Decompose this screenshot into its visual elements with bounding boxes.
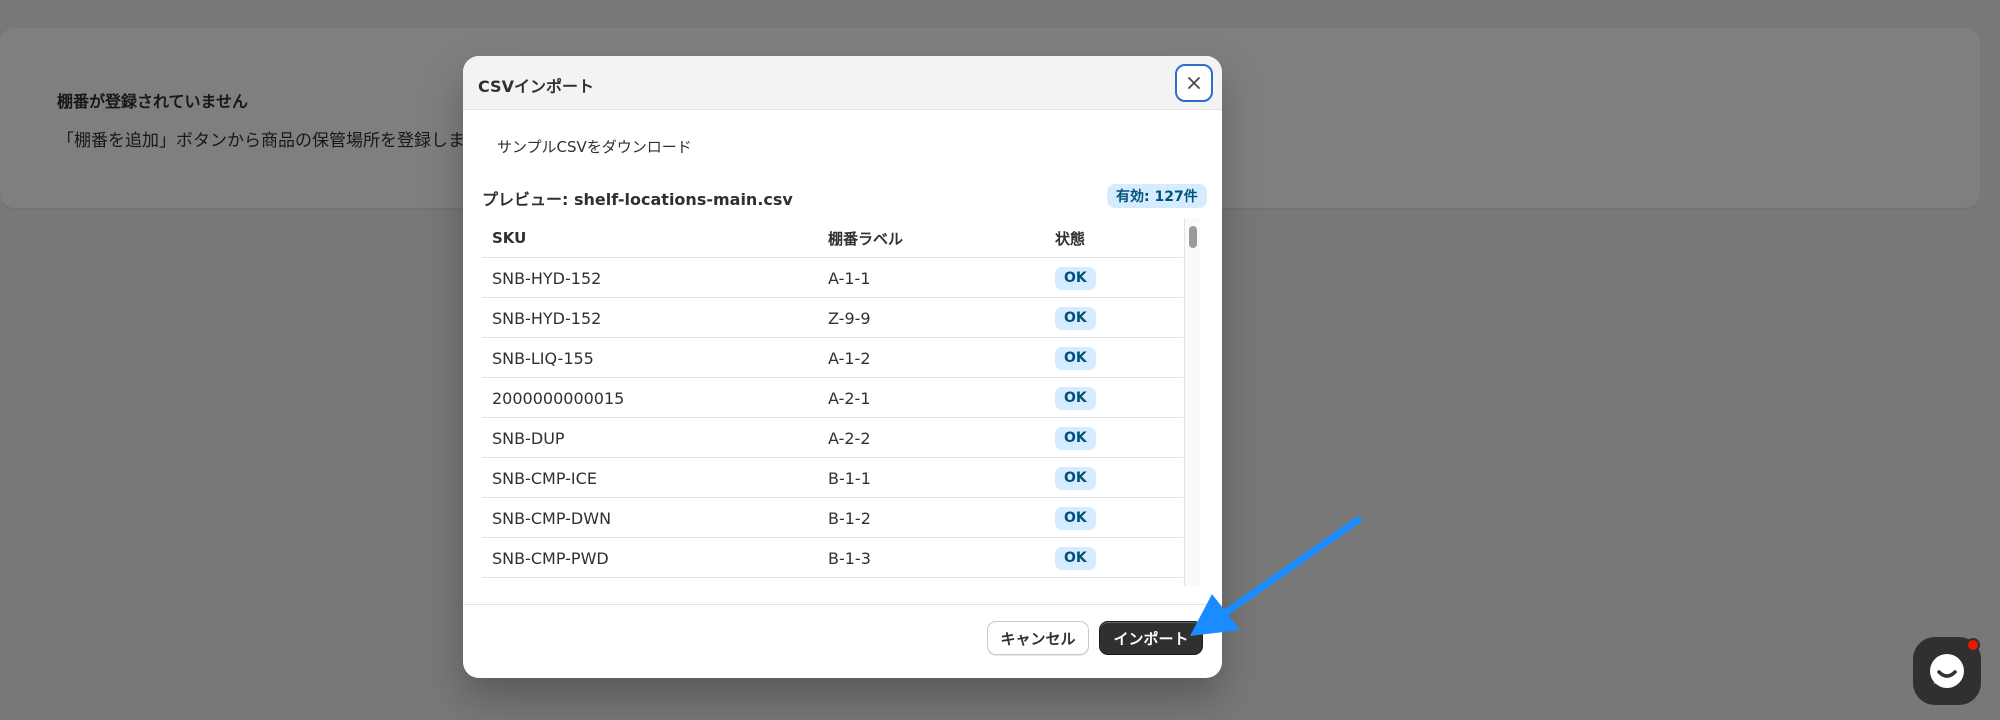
shelf-label-cell: A-1-2 (828, 348, 871, 368)
close-icon (1188, 77, 1200, 89)
sku-cell: SNB-CMP-DWN (492, 508, 612, 528)
download-sample-csv-link[interactable]: サンプルCSVをダウンロード (497, 136, 692, 157)
status-badge: OK (1055, 506, 1096, 530)
column-header-status: 状態 (1055, 229, 1086, 248)
modal-title: CSVインポート (478, 77, 594, 96)
shelf-label-cell: A-1-1 (828, 268, 871, 288)
notification-dot (1966, 638, 1980, 652)
preview-filename: プレビュー: shelf-locations-main.csv (482, 190, 793, 209)
table-header: SKU 棚番ラベル 状態 (482, 218, 1183, 258)
table-row: SNB-HYD-152 Z-9-9 OK (482, 298, 1183, 338)
valid-count-badge: 有効: 127件 (1107, 184, 1207, 208)
shelf-label-cell: B-1-2 (828, 508, 871, 528)
column-header-sku: SKU (492, 229, 527, 247)
table-row: SNB-LIQ-155 A-1-2 OK (482, 338, 1183, 378)
status-badge: OK (1055, 306, 1096, 330)
status-cell: OK (1055, 338, 1096, 378)
sku-cell: 2000000000015 (492, 388, 625, 408)
table-row: SNB-HYD-152 A-1-1 OK (482, 258, 1183, 298)
table-row: SNB-CMP-PWD B-1-3 OK (482, 538, 1183, 578)
shelf-label-cell: B-1-3 (828, 548, 871, 568)
sku-cell: SNB-LIQ-155 (492, 348, 594, 368)
status-badge: OK (1055, 546, 1096, 570)
status-cell: OK (1055, 378, 1096, 418)
shelf-label-cell: A-2-1 (828, 388, 871, 408)
sku-cell: SNB-CMP-PWD (492, 548, 609, 568)
sku-cell: SNB-CMP-ICE (492, 468, 597, 488)
close-button[interactable] (1175, 64, 1213, 102)
shelf-label-cell: A-2-2 (828, 428, 871, 448)
status-cell: OK (1055, 418, 1096, 458)
status-cell: OK (1055, 538, 1096, 578)
modal-footer: キャンセル インポート (463, 604, 1222, 678)
sku-cell: SNB-DUP (492, 428, 565, 448)
scrollbar-thumb[interactable] (1189, 226, 1197, 248)
table-row: 2000000000015 A-2-1 OK (482, 378, 1183, 418)
table-row: SNB-CMP-DWN B-1-2 OK (482, 498, 1183, 538)
table-row: SNB-CMP-ICE B-1-1 OK (482, 458, 1183, 498)
table-scrollbar[interactable] (1184, 218, 1200, 586)
import-button[interactable]: インポート (1099, 621, 1203, 655)
status-badge: OK (1055, 466, 1096, 490)
shelf-label-cell: B-1-1 (828, 468, 871, 488)
status-cell: OK (1055, 298, 1096, 338)
status-badge: OK (1055, 266, 1096, 290)
cancel-button[interactable]: キャンセル (987, 621, 1089, 655)
status-cell: OK (1055, 498, 1096, 538)
preview-table: SKU 棚番ラベル 状態 SNB-HYD-152 A-1-1 OK SNB-HYD-1… (482, 218, 1222, 586)
status-badge: OK (1055, 386, 1096, 410)
csv-import-modal: CSVインポート サンプルCSVをダウンロード プレビュー: shelf-loc… (463, 56, 1222, 678)
status-cell: OK (1055, 458, 1096, 498)
sku-cell: SNB-HYD-152 (492, 268, 602, 288)
status-cell: OK (1055, 258, 1096, 298)
column-header-label: 棚番ラベル (828, 229, 904, 248)
modal-header: CSVインポート (463, 56, 1222, 110)
chat-icon (1930, 654, 1964, 688)
sku-cell: SNB-HYD-152 (492, 308, 602, 328)
table-row: SNB-DUP A-2-2 OK (482, 418, 1183, 458)
status-badge: OK (1055, 426, 1096, 450)
status-badge: OK (1055, 346, 1096, 370)
shelf-label-cell: Z-9-9 (828, 308, 871, 328)
